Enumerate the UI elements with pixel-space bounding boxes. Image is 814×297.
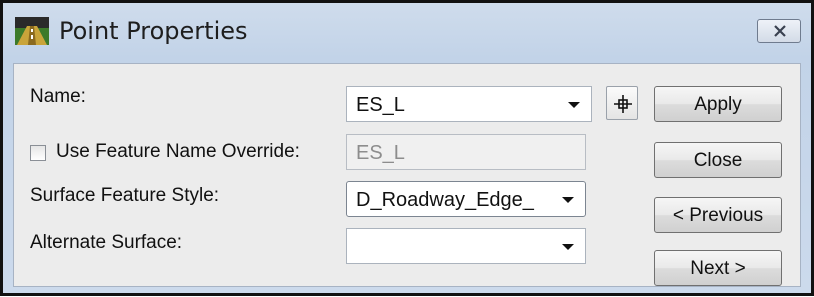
feature-name-override-field[interactable]: ES_L [346, 134, 586, 170]
name-value: ES_L [356, 94, 405, 116]
alternate-surface-combobox[interactable] [346, 228, 586, 264]
pick-point-button[interactable] [606, 86, 638, 120]
title-bar: Point Properties [3, 3, 811, 59]
window-close-button[interactable] [757, 19, 801, 43]
previous-button[interactable]: < Previous [654, 197, 782, 233]
feature-name-override-label: Use Feature Name Override: [56, 141, 300, 162]
feature-name-override-checkbox[interactable] [30, 145, 46, 161]
surface-feature-style-label: Surface Feature Style: [30, 185, 220, 206]
name-combobox[interactable]: ES_L [346, 86, 592, 122]
chevron-down-icon[interactable] [568, 102, 580, 108]
close-icon [774, 25, 786, 37]
close-button[interactable]: Close [654, 142, 782, 178]
name-label: Name: [30, 86, 86, 107]
point-properties-dialog: Point Properties Name: ES_L Use Feature … [0, 0, 814, 296]
feature-name-override-value: ES_L [356, 142, 405, 164]
dialog-body: Name: ES_L Use Feature Name Override: ES… [13, 63, 801, 287]
window-title: Point Properties [59, 17, 248, 45]
surface-feature-style-combobox[interactable]: D_Roadway_Edge_ [346, 181, 586, 217]
road-icon [15, 17, 49, 45]
chevron-down-icon[interactable] [562, 197, 574, 203]
next-button[interactable]: Next > [654, 250, 782, 286]
surface-feature-style-value: D_Roadway_Edge_ [356, 189, 534, 211]
crosshair-icon [614, 95, 632, 113]
alternate-surface-label: Alternate Surface: [30, 232, 183, 253]
chevron-down-icon[interactable] [562, 244, 574, 250]
apply-button[interactable]: Apply [654, 86, 782, 122]
